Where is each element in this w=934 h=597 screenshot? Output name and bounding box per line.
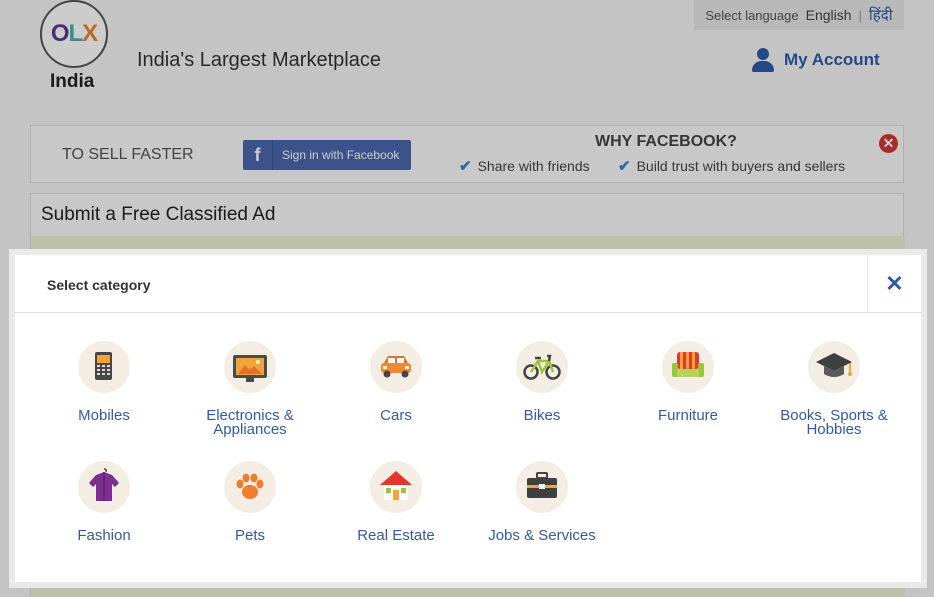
category-label: Pets [234, 527, 265, 544]
sofa-icon [662, 341, 714, 393]
category-label: Real Estate [357, 527, 435, 544]
category-electronics[interactable]: Electronics & Appliances [180, 341, 320, 437]
category-fashion[interactable]: Fashion [34, 461, 174, 543]
modal-title: Select category [47, 277, 151, 293]
category-label: Cars [380, 407, 412, 424]
paw-icon [224, 461, 276, 513]
category-modal: Select category ✕ Mobiles Electronics & … [9, 249, 927, 588]
graduation-cap-icon [808, 341, 860, 393]
category-label: Bikes [523, 407, 561, 424]
category-modal-header: Select category ✕ [15, 255, 921, 313]
category-jobs-services[interactable]: Jobs & Services [472, 461, 612, 543]
tv-icon [224, 341, 276, 393]
category-label: Books, Sports & Hobbies [780, 407, 888, 438]
category-label: Fashion [77, 527, 131, 544]
category-label: Mobiles [78, 407, 130, 424]
briefcase-icon [516, 461, 568, 513]
mobile-phone-icon [78, 341, 130, 393]
category-real-estate[interactable]: Real Estate [326, 461, 466, 543]
category-label: Furniture [657, 407, 719, 424]
category-books-sports-hobbies[interactable]: Books, Sports & Hobbies [764, 341, 904, 437]
bicycle-icon [516, 341, 568, 393]
car-icon [370, 341, 422, 393]
close-icon[interactable]: ✕ [867, 255, 921, 313]
category-label: Electronics & Appliances [206, 407, 294, 438]
category-furniture[interactable]: Furniture [618, 341, 758, 423]
category-mobiles[interactable]: Mobiles [34, 341, 174, 423]
category-bikes[interactable]: Bikes [472, 341, 612, 423]
house-icon [370, 461, 422, 513]
category-label: Jobs & Services [488, 527, 596, 544]
shirt-icon [78, 461, 130, 513]
category-cars[interactable]: Cars [326, 341, 466, 423]
category-pets[interactable]: Pets [180, 461, 320, 543]
category-modal-body: Select category ✕ Mobiles Electronics & … [15, 255, 921, 582]
